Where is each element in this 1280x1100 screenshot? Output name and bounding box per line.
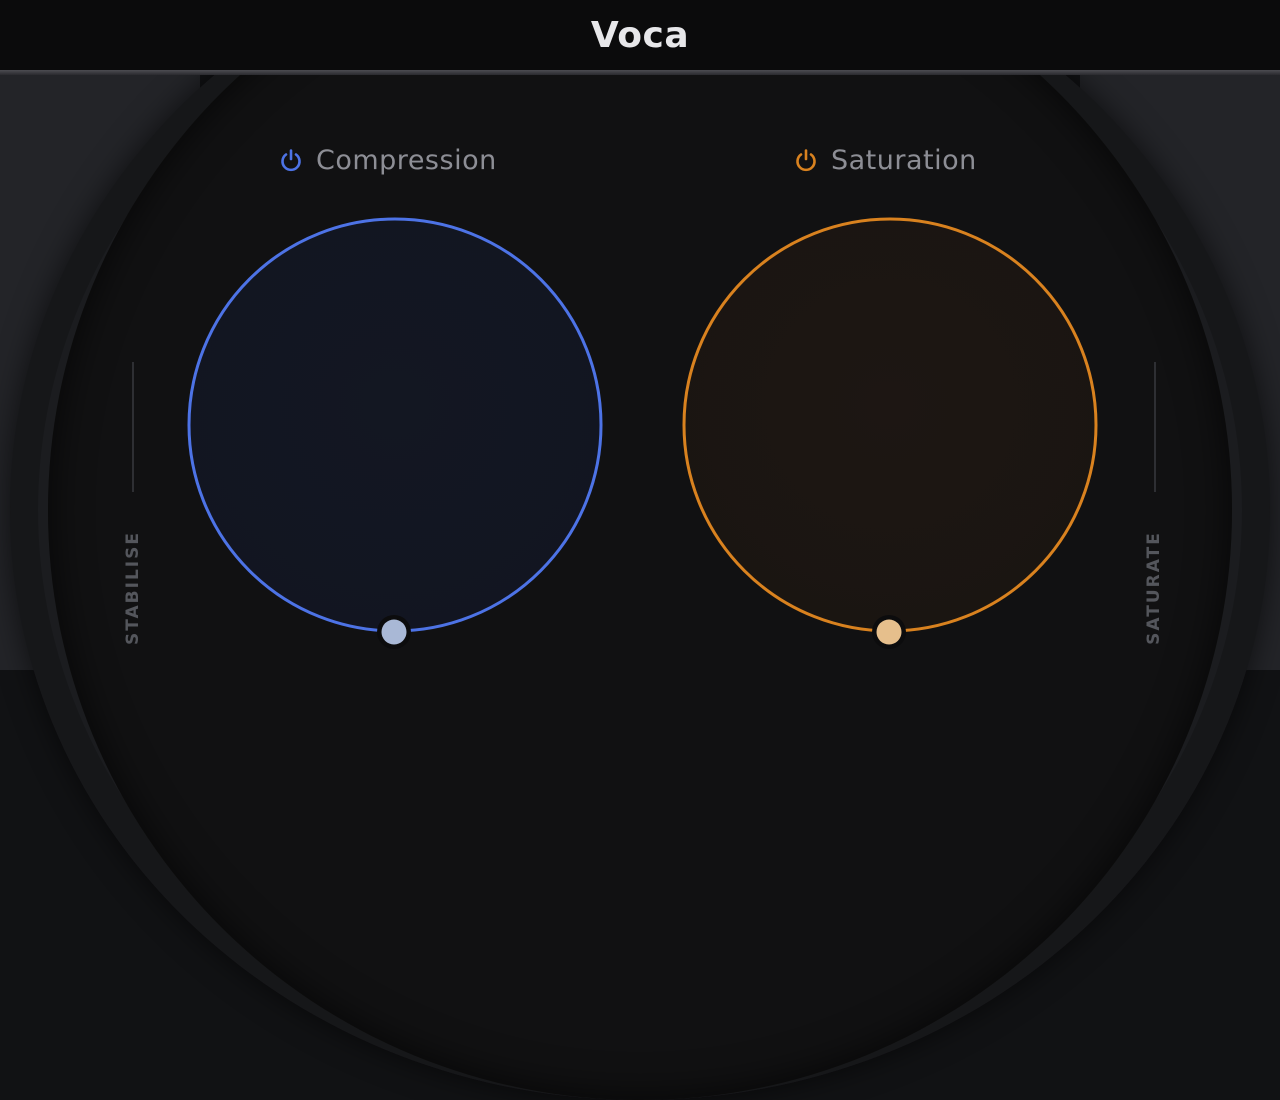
title-bar: Voca [0,0,1280,70]
saturation-header: Saturation [793,138,977,182]
saturation-label: Saturation [831,144,977,176]
compression-handle[interactable] [381,619,407,645]
right-side-divider [1154,362,1156,492]
saturate-label: SATURATE [1144,531,1164,645]
compression-label: Compression [316,144,497,176]
saturation-power-icon[interactable] [793,147,819,173]
saturation-knob[interactable] [680,215,1100,649]
compression-knob[interactable] [185,215,605,649]
compression-ring [187,217,603,633]
title-divider [0,70,1280,75]
compression-power-icon[interactable] [278,147,304,173]
left-side-divider [132,362,134,492]
saturation-handle[interactable] [876,619,902,645]
stabilise-label: STABILISE [123,531,143,645]
compression-header: Compression [278,138,497,182]
saturation-ring [682,217,1098,633]
app-title: Voca [590,14,690,56]
